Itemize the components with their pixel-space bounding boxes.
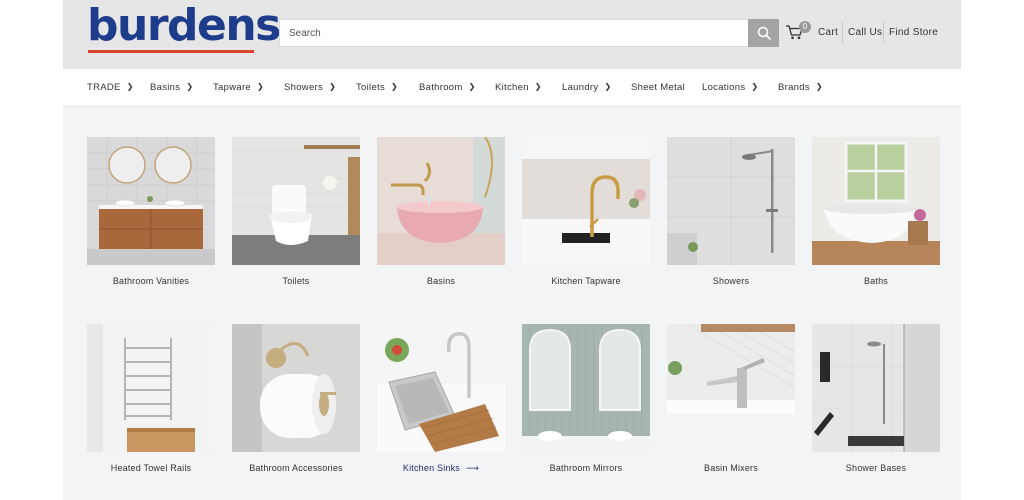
category-card-toilets[interactable]: Toilets <box>232 137 360 286</box>
cart-link[interactable]: 0 Cart <box>785 21 841 44</box>
nav-item-brands[interactable]: Brands ❯ <box>778 82 823 93</box>
category-label-active: Kitchen Sinks ⟶ <box>402 463 480 473</box>
chevron-down-icon: ❯ <box>257 82 265 91</box>
category-label: Bathroom Accessories <box>249 463 343 473</box>
category-card-baths[interactable]: Baths <box>812 137 940 286</box>
category-label: Bathroom Vanities <box>112 276 190 286</box>
kitchen-sinks-image <box>377 324 505 452</box>
brand-logo-wordmark[interactable]: burdens <box>87 4 281 48</box>
category-card-showers[interactable]: Showers <box>667 137 795 286</box>
chevron-down-icon: ❯ <box>534 82 542 91</box>
category-label: Showers <box>712 276 750 286</box>
kitchen-tapware-image <box>522 137 650 265</box>
nav-item-laundry[interactable]: Laundry ❯ <box>562 82 611 93</box>
find-store-link[interactable]: Find Store <box>883 22 938 43</box>
category-card-kitchen-tapware[interactable]: Kitchen Tapware <box>522 137 650 286</box>
category-label: Heated Towel Rails <box>110 463 192 473</box>
chevron-down-icon: ❯ <box>468 82 476 91</box>
bathroom-accessories-image <box>232 324 360 452</box>
heated-towel-rails-image <box>87 324 215 452</box>
nav-item-showers[interactable]: Showers ❯ <box>284 82 336 93</box>
nav-item-basins[interactable]: Basins ❯ <box>150 82 193 93</box>
nav-item-trade[interactable]: TRADE ❯ <box>87 82 134 93</box>
category-label: Basin Mixers <box>704 463 758 473</box>
shower-bases-image <box>812 324 940 452</box>
category-label: Bathroom Mirrors <box>549 463 623 473</box>
site-header: burdens 0 Cart Call Us Find Store <box>63 0 961 69</box>
category-label: Baths <box>863 276 888 286</box>
showers-image <box>667 137 795 265</box>
search-input[interactable] <box>280 20 748 46</box>
nav-item-kitchen[interactable]: Kitchen ❯ <box>495 82 542 93</box>
search-button[interactable] <box>748 19 779 47</box>
chevron-down-icon: ❯ <box>604 82 612 91</box>
basins-image <box>377 137 505 265</box>
baths-image <box>812 137 940 265</box>
search-bar <box>279 19 779 47</box>
nav-item-locations[interactable]: Locations ❯ <box>702 82 758 93</box>
nav-item-sheet-metal[interactable]: Sheet Metal <box>631 82 685 93</box>
cart-label: Cart <box>818 27 839 38</box>
category-card-basins[interactable]: Basins <box>377 137 505 286</box>
category-label: Kitchen Tapware <box>551 276 621 286</box>
chevron-down-icon: ❯ <box>329 82 337 91</box>
bathroom-mirrors-image <box>522 324 650 452</box>
search-icon <box>757 26 771 40</box>
category-card-bathroom-mirrors[interactable]: Bathroom Mirrors <box>522 324 650 473</box>
basin-mixers-image <box>667 324 795 452</box>
chevron-down-icon: ❯ <box>751 82 759 91</box>
chevron-down-icon: ❯ <box>126 82 134 91</box>
chevron-down-icon: ❯ <box>815 82 823 91</box>
brand-logo-underline <box>88 50 254 53</box>
category-card-bathroom-accessories[interactable]: Bathroom Accessories <box>232 324 360 473</box>
category-label: Toilets <box>282 276 310 286</box>
category-card-basin-mixers[interactable]: Basin Mixers <box>667 324 795 473</box>
call-us-link[interactable]: Call Us <box>842 22 882 43</box>
category-card-kitchen-sinks[interactable]: Kitchen Sinks ⟶ <box>377 324 505 473</box>
category-label: Basins <box>426 276 456 286</box>
nav-item-toilets[interactable]: Toilets ❯ <box>356 82 398 93</box>
page: burdens 0 Cart Call Us Find Store <box>63 0 961 500</box>
brand-logo[interactable]: burdens <box>87 4 281 56</box>
category-card-shower-bases[interactable]: Shower Bases <box>812 324 940 473</box>
chevron-down-icon: ❯ <box>391 82 399 91</box>
arrow-right-icon: ⟶ <box>466 463 480 473</box>
category-card-bathroom-vanities[interactable]: Bathroom Vanities <box>87 137 215 286</box>
main-nav: TRADE ❯ Basins ❯ Tapware ❯ Showers ❯ Toilets… <box>63 69 961 107</box>
category-card-heated-towel-rails[interactable]: Heated Towel Rails <box>87 324 215 473</box>
chevron-down-icon: ❯ <box>186 82 194 91</box>
toilets-image <box>232 137 360 265</box>
nav-item-tapware[interactable]: Tapware ❯ <box>213 82 264 93</box>
category-label: Shower Bases <box>845 463 907 473</box>
nav-item-bathroom[interactable]: Bathroom ❯ <box>419 82 476 93</box>
cart-count-badge: 0 <box>799 21 811 33</box>
bathroom-vanities-image <box>87 137 215 265</box>
